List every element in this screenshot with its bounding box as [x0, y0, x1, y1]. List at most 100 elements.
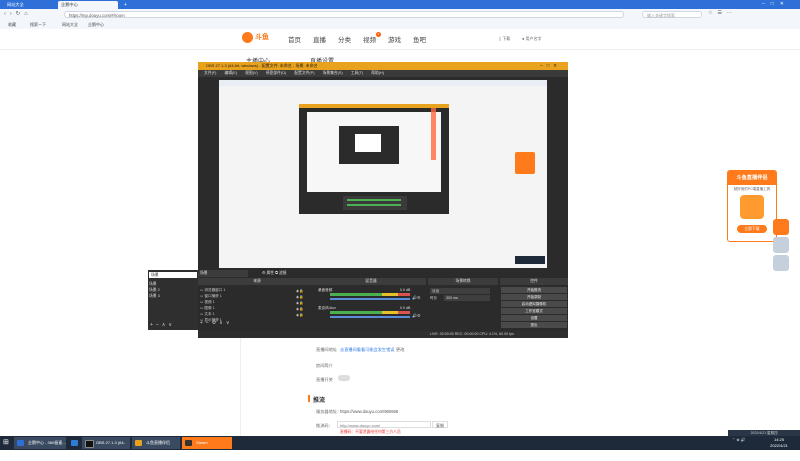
clock-date: 2022/4/21	[770, 443, 788, 448]
promo-app-icon	[740, 195, 764, 219]
obs-mixer-header: 混音器	[316, 278, 426, 285]
share-icon[interactable]	[773, 255, 789, 271]
stream-key-input[interactable]: http://www.douyu.com/	[337, 421, 431, 428]
mixer-speaker-icon[interactable]: 🔊⚙	[412, 313, 421, 318]
mixer-volume-slider[interactable]	[330, 316, 410, 318]
change-link[interactable]: 更改	[396, 347, 404, 353]
promo-title: 斗鱼直播伴侣	[728, 171, 776, 185]
promo-download-button[interactable]: 立即下载	[737, 225, 767, 233]
nav-home[interactable]: 首页	[288, 34, 301, 44]
mixer-volume-slider[interactable]	[330, 298, 410, 300]
preview-nested-canvas	[307, 112, 441, 192]
transition-duration-label: 时长	[430, 296, 438, 300]
browser-app-icon	[17, 440, 24, 446]
exit-button[interactable]: 退出	[501, 322, 567, 328]
play-icon[interactable]	[773, 219, 789, 235]
browser-search-input[interactable]: 输入关键字搜索	[642, 11, 702, 18]
obs-menu-profile[interactable]: 配置文件(P)	[294, 71, 314, 75]
copy-key-button[interactable]: 复制	[432, 421, 448, 428]
preview-nested-mixer	[343, 196, 407, 210]
taskbar-item-browser[interactable]: 企鹅中心 - 360极速...	[14, 437, 66, 449]
obs-props-label: 属性	[266, 271, 275, 275]
tab-creator-center[interactable]: 企鹅中心	[58, 1, 118, 9]
virtual-camera-button[interactable]: 启动虚拟摄像机	[501, 301, 567, 307]
browser-tab-bar	[0, 0, 800, 9]
nav-buttons[interactable]: ‹›↻⌂	[4, 11, 32, 17]
taskbar-clock[interactable]: 14:25 2022/4/21	[760, 437, 798, 449]
obs-preview-canvas[interactable]	[219, 80, 547, 268]
taskbar-item-companion[interactable]: 斗鱼直播伴侣	[132, 437, 180, 449]
bookmark-item[interactable]: 企鹅中心	[88, 21, 104, 28]
tab-site-directory[interactable]: 网站大全	[4, 1, 56, 9]
nav-video[interactable]: 视频	[363, 34, 376, 44]
obs-source-item[interactable]: ▭ 图像 1	[200, 306, 215, 311]
user-menu[interactable]: ● 用户名字	[522, 36, 542, 42]
douyu-logo[interactable]: 斗鱼	[242, 31, 270, 45]
form-label: 直播开关	[316, 377, 333, 382]
mixer-channel-level: 0.0 dB	[400, 306, 411, 310]
bookmark-item[interactable]: 网站大全	[62, 21, 78, 28]
logo-text: 斗鱼	[255, 34, 269, 41]
download-label: 下载	[502, 36, 511, 41]
room-address-link[interactable]: 去直播间看看可能会发生错误	[340, 347, 394, 353]
taskbar-item-app[interactable]	[68, 437, 82, 449]
bookmark-item[interactable]: 收藏	[8, 21, 16, 28]
obs-menu-edit[interactable]: 编辑(E)	[224, 71, 237, 75]
home-icon[interactable]	[773, 237, 789, 253]
nav-category[interactable]: 分类	[338, 34, 351, 44]
preview-taskbar-thumb	[515, 256, 545, 264]
user-name: 用户名字	[525, 36, 542, 41]
obs-source-item[interactable]: ▭ 文本 1	[200, 312, 215, 317]
obs-source-toolbar[interactable]: +–⚙∧∨	[200, 320, 233, 326]
obs-scene-item[interactable]: 场景	[149, 282, 157, 287]
obs-sources-header: 来源	[198, 278, 316, 285]
mixer-channel-level: 0.0 dB	[400, 288, 411, 292]
start-recording-button[interactable]: 开始录制	[501, 294, 567, 300]
obs-source-item[interactable]: ▭ 浏览器窗口 1	[200, 288, 225, 293]
obs-source-item[interactable]: ▭ 窗口捕获 1	[200, 294, 222, 299]
nav-games[interactable]: 游戏	[388, 34, 401, 44]
obs-scene-toolbar[interactable]: +–∧∨	[150, 322, 175, 328]
obs-source-item[interactable]: ▭ 视频 1	[200, 300, 215, 305]
nav-video-badge: 3	[376, 32, 381, 37]
mixer-meter	[330, 293, 410, 296]
promo-card[interactable]: 斗鱼直播伴侣 超好用的PC端直播工具 立即下载	[727, 170, 777, 242]
obs-menu-scene-collection[interactable]: 场景集合(S)	[322, 71, 342, 75]
obs-menu-docks[interactable]: 停靠部件(D)	[266, 71, 286, 75]
obs-scene-item[interactable]: 场景 3	[149, 294, 160, 299]
transition-duration-input[interactable]: 300 ms	[444, 295, 490, 301]
start-streaming-button[interactable]: 开始推流	[501, 287, 567, 293]
obs-window-controls[interactable]: –□✕	[540, 62, 561, 70]
taskbar-item-obs[interactable]: OBS 27.1.3 (64-bit...	[82, 437, 130, 457]
preview-meter	[347, 204, 401, 206]
settings-button[interactable]: 设置	[501, 315, 567, 321]
live-toggle[interactable]	[338, 375, 350, 381]
obs-props-buttons[interactable]: ⚙ 属性 ⧉ 滤镜	[262, 270, 286, 277]
new-tab-button[interactable]: +	[124, 2, 127, 8]
url-input[interactable]: https://mp.douyu.com/#/room	[64, 11, 624, 18]
steam-app-icon	[185, 440, 192, 446]
obs-scene-filter-input[interactable]: 场景	[149, 272, 197, 278]
preview-deep-capture	[339, 126, 399, 164]
taskbar-item-steam[interactable]: Steam	[182, 437, 232, 449]
obs-filters-label: 滤镜	[278, 271, 287, 275]
obs-source-visibility-icons[interactable]: ◉🔒 ◉🔒 ◉🔒 ◉🔒 ◉🔒	[296, 288, 304, 318]
download-link[interactable]: ▯ 下载	[499, 36, 510, 42]
transition-select[interactable]: 淡出	[430, 288, 490, 294]
obs-menu-tools[interactable]: 工具(T)	[351, 71, 363, 75]
section-marker	[308, 395, 310, 402]
windows-start-icon[interactable]: ⊞	[3, 438, 9, 446]
tray-icons[interactable]: ⌃ ◈ 🔊	[732, 437, 746, 442]
toolbar-icons[interactable]: ☆☰⋯	[708, 10, 737, 16]
obs-scene-item[interactable]: 场景 2	[149, 288, 160, 293]
mixer-speaker-icon[interactable]: 🔊⚙	[412, 295, 421, 300]
obs-menu-help[interactable]: 帮助(H)	[371, 71, 384, 75]
nav-live[interactable]: 直播	[313, 34, 326, 44]
obs-menu-file[interactable]: 文件(F)	[204, 71, 216, 75]
preview-orange-marker	[431, 108, 436, 160]
nav-fishbar[interactable]: 鱼吧	[413, 34, 426, 44]
bookmark-item[interactable]: 搜索一下	[30, 21, 46, 28]
obs-menu-view[interactable]: 视图(V)	[245, 71, 258, 75]
studio-mode-button[interactable]: 工作室模式	[501, 308, 567, 314]
window-controls[interactable]: –□✕	[762, 1, 790, 7]
